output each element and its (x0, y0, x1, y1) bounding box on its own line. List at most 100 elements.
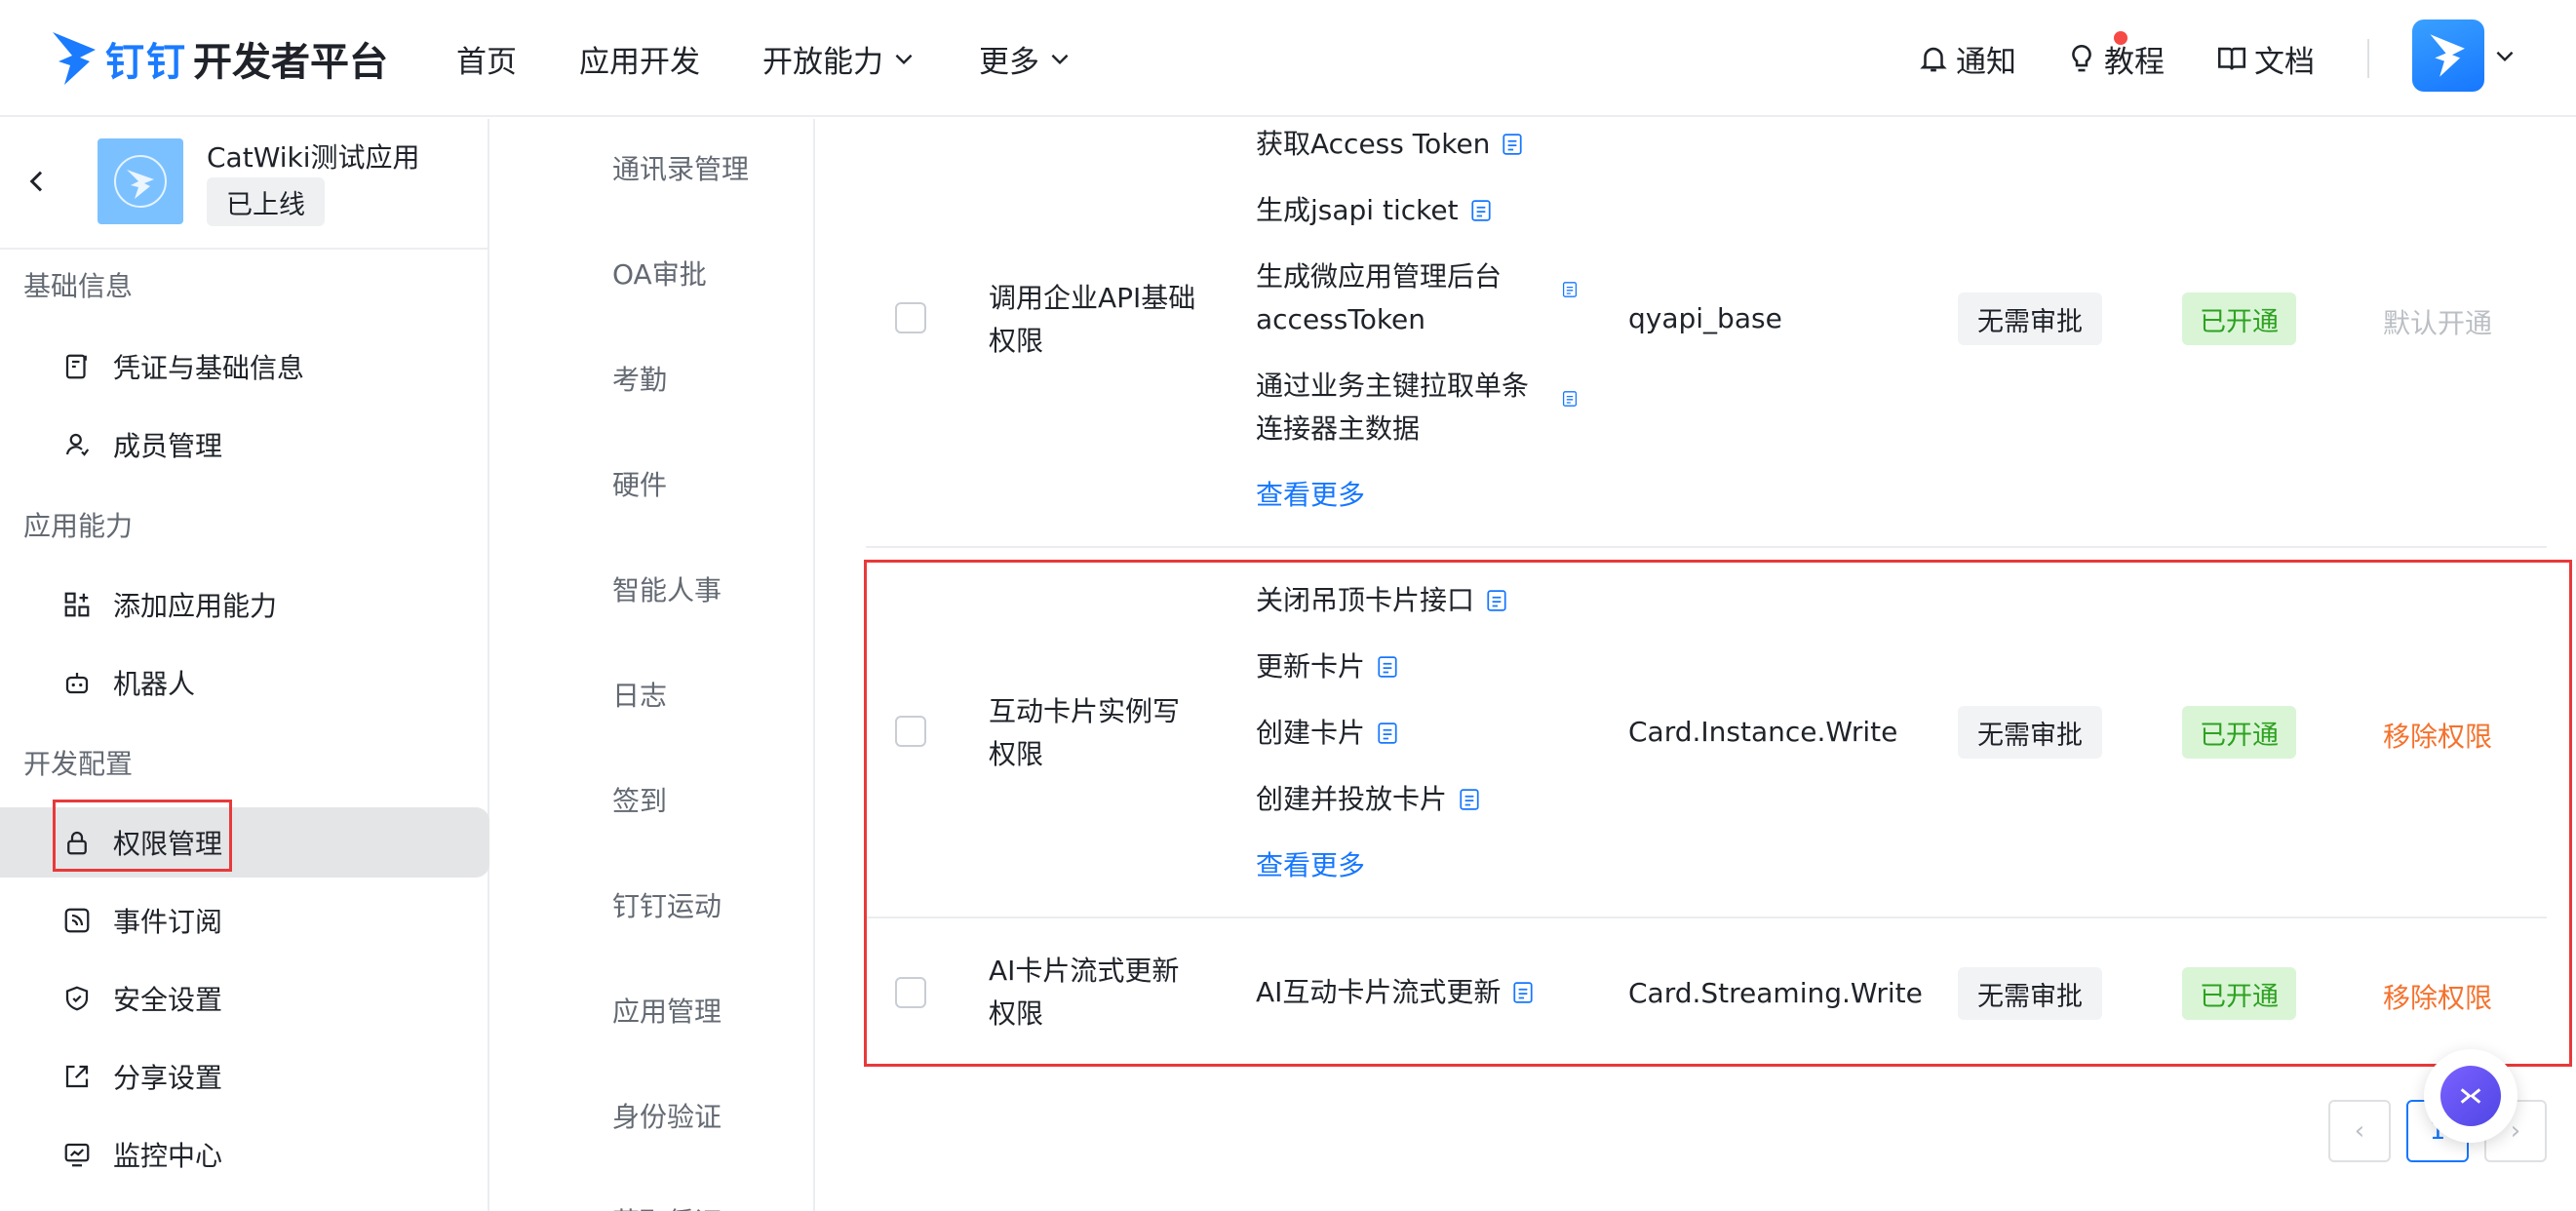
nav-home[interactable]: 首页 (456, 37, 517, 81)
app-status-badge: 已上线 (207, 177, 325, 226)
chevron-down-icon[interactable] (2492, 43, 2517, 68)
permission-name: 调用企业API基础权限 (989, 282, 1196, 357)
api-item-label: 获取Access Token (1256, 128, 1491, 160)
rss-icon (64, 908, 90, 933)
credential-icon (65, 354, 87, 379)
top-header: 钉钉 开发者平台 首页 应用开发 开放能力 更多 通知 教程 文档 (0, 0, 2576, 117)
docs-button[interactable]: 文档 (2215, 29, 2315, 88)
doc-icon[interactable] (1562, 390, 1578, 408)
api-item[interactable]: 生成jsapi ticket (1256, 189, 1492, 232)
category-item[interactable]: 身份验证 (612, 1096, 722, 1135)
default-enabled-action: 默认开通 (2383, 307, 2493, 339)
category-item[interactable]: 钉钉运动 (612, 885, 722, 924)
lightbulb-icon (2072, 44, 2091, 72)
notify-label: 通知 (1956, 44, 2016, 80)
nav-home-label: 首页 (456, 44, 517, 80)
nav-open-capability-label: 开放能力 (762, 44, 883, 80)
category-item[interactable]: 获取凭证 (612, 1201, 722, 1211)
group-title-capability: 应用能力 (23, 510, 134, 542)
notify-button[interactable]: 通知 (1917, 29, 2016, 88)
status-badge: 已开通 (2182, 293, 2296, 345)
sidebar-item-credentials[interactable]: 凭证与基础信息 (0, 332, 488, 402)
sidebar-item-share[interactable]: 分享设置 (0, 1041, 488, 1112)
chevron-down-icon (1051, 54, 1069, 65)
row-checkbox[interactable] (895, 302, 926, 333)
nav-more-label: 更多 (979, 44, 1039, 80)
category-item[interactable]: 签到 (612, 780, 667, 819)
permission-category-list: 通讯录管理 OA审批 考勤 硬件 智能人事 日志 签到 钉钉运动 应用管理 身份… (523, 119, 815, 1211)
api-item-label: 生成jsapi ticket (1256, 194, 1459, 226)
category-item[interactable]: OA审批 (612, 254, 707, 293)
sidebar-item-label: 事件订阅 (113, 906, 223, 938)
chevron-down-icon (895, 54, 913, 65)
nav-app-dev[interactable]: 应用开发 (579, 37, 700, 81)
sidebar-item-monitor[interactable]: 监控中心 (0, 1119, 488, 1190)
chat-bot-icon (2460, 1088, 2481, 1104)
approval-tag: 无需审批 (1958, 293, 2102, 345)
category-item[interactable]: 考勤 (612, 359, 667, 398)
sidebar-item-label: 机器人 (113, 668, 196, 700)
group-title-basic: 基础信息 (23, 270, 134, 302)
category-item[interactable]: 硬件 (612, 464, 667, 503)
brand-name: 钉钉 (105, 40, 187, 85)
api-item[interactable]: 获取Access Token (1256, 123, 1523, 166)
tutorial-badge-dot (2114, 31, 2127, 45)
dingtalk-logo[interactable]: 钉钉 开发者平台 (51, 18, 388, 99)
bell-icon (1920, 47, 1947, 72)
assistant-icon (2440, 1066, 2501, 1126)
rows-highlight-box (864, 560, 2572, 1067)
dingtalk-wing-icon (2430, 34, 2465, 77)
doc-icon[interactable] (1502, 133, 1523, 156)
chevron-left-icon[interactable] (21, 166, 53, 197)
app-placeholder-icon (114, 155, 167, 208)
sidebar-item-label: 成员管理 (113, 430, 223, 462)
sidebar-item-label: 凭证与基础信息 (113, 352, 305, 384)
app-name: CatWiki测试应用 (207, 141, 420, 174)
shield-icon (65, 986, 89, 1011)
sidebar-item-add-capability[interactable]: 添加应用能力 (0, 569, 488, 640)
sidebar-item-label: 分享设置 (113, 1062, 223, 1094)
category-item[interactable]: 日志 (612, 675, 667, 714)
sidebar-highlight-box (53, 800, 232, 872)
sidebar-item-security[interactable]: 安全设置 (0, 963, 488, 1034)
assistant-float-button[interactable] (2424, 1049, 2517, 1143)
nav-app-dev-label: 应用开发 (579, 44, 700, 80)
user-icon (65, 433, 90, 456)
user-avatar[interactable] (2412, 20, 2484, 92)
row-divider (866, 546, 2547, 548)
category-item[interactable]: 应用管理 (612, 991, 722, 1030)
api-item[interactable]: 生成微应用管理后台accessToken (1256, 255, 1578, 341)
left-sidebar: CatWiki测试应用 已上线 基础信息 凭证与基础信息 成员管理 应用能力 添… (0, 119, 489, 1211)
category-item[interactable]: 通讯录管理 (612, 148, 749, 187)
header-divider (2367, 39, 2369, 78)
view-more-link[interactable]: 查看更多 (1256, 474, 1365, 513)
pagination-prev-button[interactable]: ‹ (2328, 1100, 2391, 1162)
sidebar-item-label: 监控中心 (113, 1140, 223, 1172)
dingtalk-wing-icon (53, 32, 96, 85)
book-icon (2217, 47, 2246, 70)
tutorial-label: 教程 (2104, 44, 2165, 80)
main-nav: 首页 应用开发 开放能力 更多 (456, 29, 1135, 88)
doc-icon[interactable] (1562, 281, 1578, 298)
group-title-dev-config: 开发配置 (23, 748, 134, 780)
doc-icon[interactable] (1470, 199, 1492, 222)
api-item-label: 通过业务主键拉取单条连接器主数据 (1256, 370, 1530, 445)
docs-label: 文档 (2254, 44, 2315, 80)
nav-open-capability[interactable]: 开放能力 (762, 37, 917, 81)
sidebar-item-label: 添加应用能力 (113, 590, 278, 622)
app-header: CatWiki测试应用 已上线 (0, 119, 488, 250)
sidebar-item-events[interactable]: 事件订阅 (0, 885, 488, 956)
share-icon (65, 1065, 89, 1088)
category-item[interactable]: 智能人事 (612, 569, 722, 608)
nav-more[interactable]: 更多 (979, 37, 1073, 81)
api-item-label: 生成微应用管理后台accessToken (1256, 260, 1503, 335)
permission-code: qyapi_base (1628, 302, 1782, 334)
robot-icon (65, 673, 89, 694)
api-item[interactable]: 通过业务主键拉取单条连接器主数据 (1256, 365, 1578, 450)
sidebar-item-members[interactable]: 成员管理 (0, 410, 488, 480)
sidebar-item-robot[interactable]: 机器人 (0, 647, 488, 718)
app-icon (98, 138, 183, 224)
brand-subtitle: 开发者平台 (193, 40, 388, 85)
monitor-icon (64, 1143, 90, 1167)
grid-plus-icon (64, 592, 90, 617)
